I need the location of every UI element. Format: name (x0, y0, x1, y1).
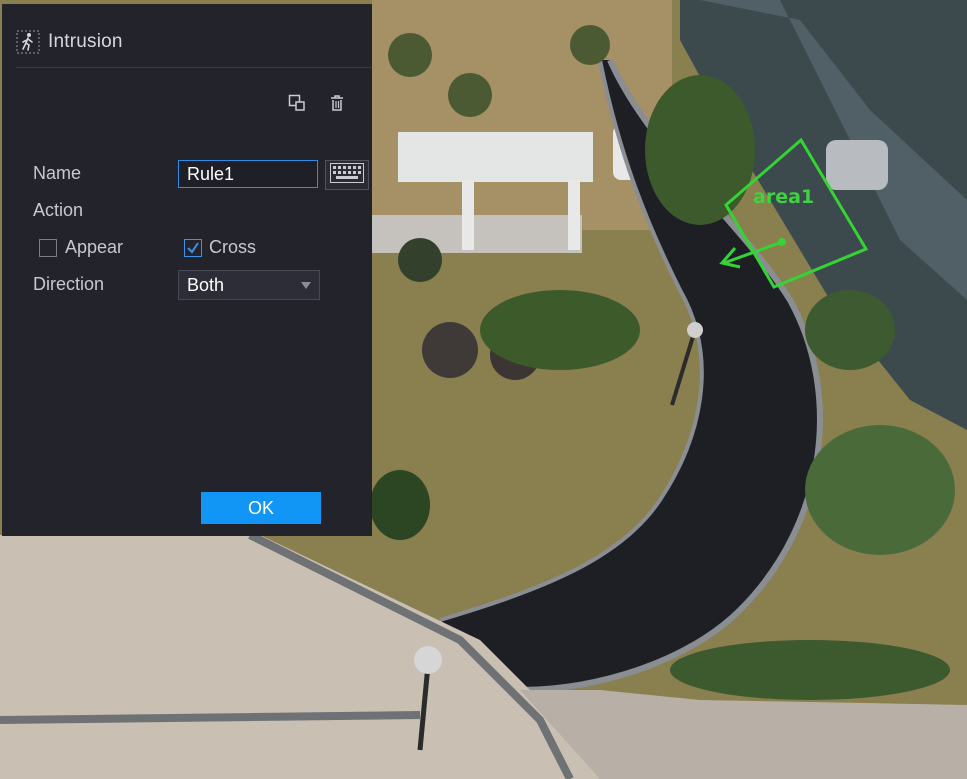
action-label: Action (33, 200, 84, 220)
arrow-handle[interactable] (778, 238, 786, 246)
direction-value: Both (187, 274, 225, 295)
tree (570, 25, 610, 65)
name-label: Name (33, 163, 82, 183)
keyboard-icon (330, 162, 364, 188)
hedge (480, 290, 640, 370)
pavilion-roof (398, 132, 593, 182)
cross-checkbox[interactable] (184, 239, 202, 257)
appear-checkbox[interactable] (39, 239, 57, 257)
tree (805, 290, 895, 370)
dropdown-arrow-icon (301, 282, 311, 289)
checkmark-icon (187, 242, 199, 254)
curb (0, 711, 421, 724)
header-divider (16, 67, 372, 68)
pavilion-pillar (568, 180, 580, 250)
dialog-title: Intrusion (48, 31, 123, 52)
intrusion-dialog: Intrusion Name Rule1 Action Appear Cross… (2, 4, 372, 536)
tree (448, 73, 492, 117)
trash-icon[interactable] (328, 94, 346, 112)
cross-label: Cross (209, 237, 257, 257)
bush (398, 238, 442, 282)
hedge (370, 470, 430, 540)
bush (422, 322, 478, 378)
rule-name-value[interactable]: Rule1 (187, 160, 234, 188)
lamp-head (687, 322, 703, 338)
ok-button[interactable]: OK (201, 492, 321, 524)
rule-name-input[interactable]: Rule1 (178, 160, 318, 188)
area-label: area1 (753, 186, 815, 208)
appear-label: Appear (65, 237, 124, 257)
pavilion-pillar (462, 180, 474, 250)
hedge (670, 640, 950, 700)
keyboard-button[interactable] (325, 160, 369, 190)
tree (388, 33, 432, 77)
tree (805, 425, 955, 555)
dialog-header: Intrusion (16, 28, 123, 56)
tree (645, 75, 755, 225)
lamp-head (414, 646, 442, 674)
direction-dropdown[interactable]: Both (178, 270, 320, 300)
person-walking-icon (16, 30, 40, 54)
car (826, 140, 888, 190)
direction-label: Direction (33, 274, 105, 294)
copy-icon[interactable] (288, 94, 306, 112)
